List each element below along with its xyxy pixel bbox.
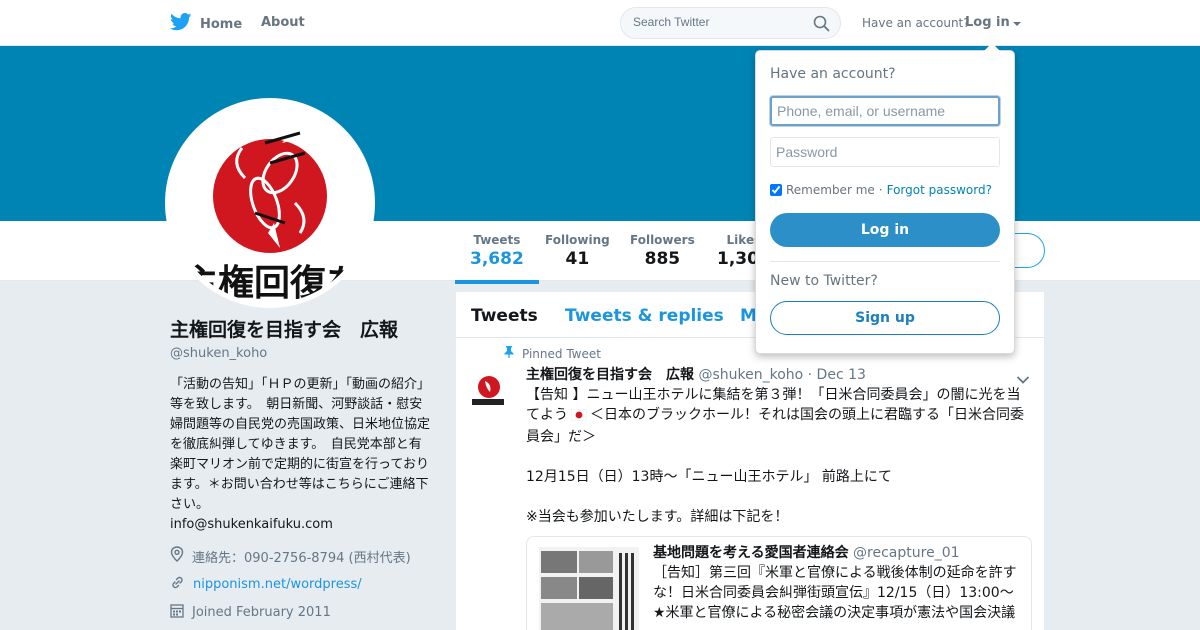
login-dropdown: Have an account? Remember me · Forgot pa… xyxy=(755,43,1015,354)
url-text[interactable]: nipponism.net/wordpress/ xyxy=(193,577,362,592)
stat-value: 885 xyxy=(644,249,681,269)
tweet-author-name[interactable]: 主権回復を目指す会 広報 xyxy=(526,367,694,383)
stat-label: Following xyxy=(545,233,610,247)
about-nav-link[interactable]: About xyxy=(261,15,305,30)
profile-sidebar: 主権回復を目指す会 広報 @shuken_koho 「活動の告知」「ＨＰの更新」… xyxy=(170,316,430,621)
stat-following[interactable]: Following 41 xyxy=(545,233,610,269)
location-pin-icon xyxy=(170,546,184,566)
pin-icon xyxy=(504,346,514,361)
profile-location: 連絡先：090-2756-8794 (西村代表) xyxy=(170,546,430,566)
stat-label: Tweets xyxy=(473,233,521,247)
login-toggle-label: Log in xyxy=(965,15,1010,30)
login-button[interactable]: Log in xyxy=(770,213,1000,247)
signup-button[interactable]: Sign up xyxy=(770,301,1000,335)
tab-tweets-and-replies[interactable]: Tweets & replies xyxy=(565,306,724,326)
stat-value: 3,682 xyxy=(470,249,524,269)
tweet-date[interactable]: · Dec 13 xyxy=(808,367,866,383)
forgot-password-link[interactable]: Forgot password? xyxy=(887,183,992,197)
search-icon[interactable] xyxy=(813,15,830,36)
top-navigation-bar: Home About Have an account? Log in xyxy=(0,0,1200,46)
tweet-text: 【告知 】ニュー山王ホテルに集結を第３弾！「日米合同委員会」の闇に光を当てよう＜… xyxy=(526,385,1031,527)
have-account-text: Have an account? xyxy=(862,16,970,30)
stat-value: 41 xyxy=(565,249,590,269)
quoted-author-name: 基地問題を考える愛国者連絡会 xyxy=(653,545,849,561)
quoted-tweet-text: ［告知］第三回『米軍と官僚による戦後体制の延命を許すな！日米合同委員会糾弾街頭宣… xyxy=(653,565,1017,621)
pinned-indicator: Pinned Tweet xyxy=(504,346,601,361)
search-input[interactable] xyxy=(633,15,803,29)
home-nav-link[interactable]: Home xyxy=(170,13,242,35)
twitter-bird-icon xyxy=(170,13,192,35)
quoted-author-handle: @recapture_01 xyxy=(853,545,960,561)
stat-label: Followers xyxy=(630,233,695,247)
caret-down-icon xyxy=(1012,21,1021,26)
tweet-author-handle[interactable]: @shuken_koho xyxy=(698,367,803,383)
remember-row: Remember me · Forgot password? xyxy=(770,183,992,197)
home-nav-label: Home xyxy=(200,16,243,32)
stat-followers[interactable]: Followers 885 xyxy=(630,233,695,269)
remember-me-checkbox[interactable] xyxy=(770,184,782,196)
profile-bio: 「活動の告知」「ＨＰの更新」「動画の紹介」等を致します。 朝日新聞、河野談話・慰… xyxy=(170,375,430,535)
quoted-tweet[interactable]: 基地問題を考える愛国者連絡会 @recapture_01 ［告知］第三回『米軍と… xyxy=(526,536,1032,630)
login-dropdown-toggle[interactable]: Log in xyxy=(965,15,1021,30)
search-box xyxy=(620,7,841,39)
japan-flag-icon xyxy=(570,407,588,427)
profile-name[interactable]: 主権回復を目指す会 広報 xyxy=(170,316,430,344)
organization-logo-icon: 主権回復を xyxy=(182,131,362,303)
pinned-label: Pinned Tweet xyxy=(522,346,601,361)
tab-tweets[interactable]: Tweets xyxy=(471,306,538,326)
profile-avatar[interactable]: 主権回復を xyxy=(165,98,375,308)
bio-email: info@shukenkaifuku.com xyxy=(170,517,333,532)
tweet-options-chevron-icon[interactable] xyxy=(1016,370,1030,389)
bio-text: 「活動の告知」「ＨＰの更新」「動画の紹介」等を致します。 朝日新聞、河野談話・慰… xyxy=(170,377,431,512)
calendar-icon xyxy=(170,603,184,622)
tweet-avatar[interactable] xyxy=(470,372,506,408)
location-text: 連絡先：090-2756-8794 (西村代表) xyxy=(192,550,411,566)
tweet-line-3: ※当会も参加いたします。詳細は下記を！ xyxy=(526,509,789,525)
profile-url[interactable]: nipponism.net/wordpress/ xyxy=(170,575,430,593)
profile-handle[interactable]: @shuken_koho xyxy=(170,346,430,361)
tweet-line-2: 12月15日（日）13時〜「ニュー山王ホテル」 前路上にて xyxy=(526,469,892,485)
separator-dot: · xyxy=(878,183,883,197)
dropdown-divider xyxy=(770,261,1000,262)
joined-text: Joined February 2011 xyxy=(192,604,331,620)
quoted-tweet-body: 基地問題を考える愛国者連絡会 @recapture_01 ［告知］第三回『米軍と… xyxy=(653,543,1023,623)
link-icon xyxy=(170,575,185,594)
dropdown-title: Have an account? xyxy=(770,66,896,82)
pinned-tweet[interactable]: 主権回復を目指す会 広報 @shuken_koho · Dec 13 【告知 】… xyxy=(526,365,1031,527)
new-to-twitter-text: New to Twitter? xyxy=(770,273,878,289)
svg-text:主権回復を: 主権回復を xyxy=(182,262,362,303)
tweet-line-1b: ＜日本のブラックホール！それは国会の頭上に君臨する「日米合同委員会」だ＞ xyxy=(526,407,1024,445)
tweet-header: 主権回復を目指す会 広報 @shuken_koho · Dec 13 xyxy=(526,365,1031,385)
password-input[interactable] xyxy=(770,137,1000,167)
quoted-tweet-image xyxy=(539,547,639,630)
username-input[interactable] xyxy=(770,96,1000,126)
stat-tweets[interactable]: Tweets 3,682 xyxy=(455,233,539,284)
profile-joined: Joined February 2011 xyxy=(170,603,430,621)
remember-me-label[interactable]: Remember me xyxy=(786,183,875,197)
